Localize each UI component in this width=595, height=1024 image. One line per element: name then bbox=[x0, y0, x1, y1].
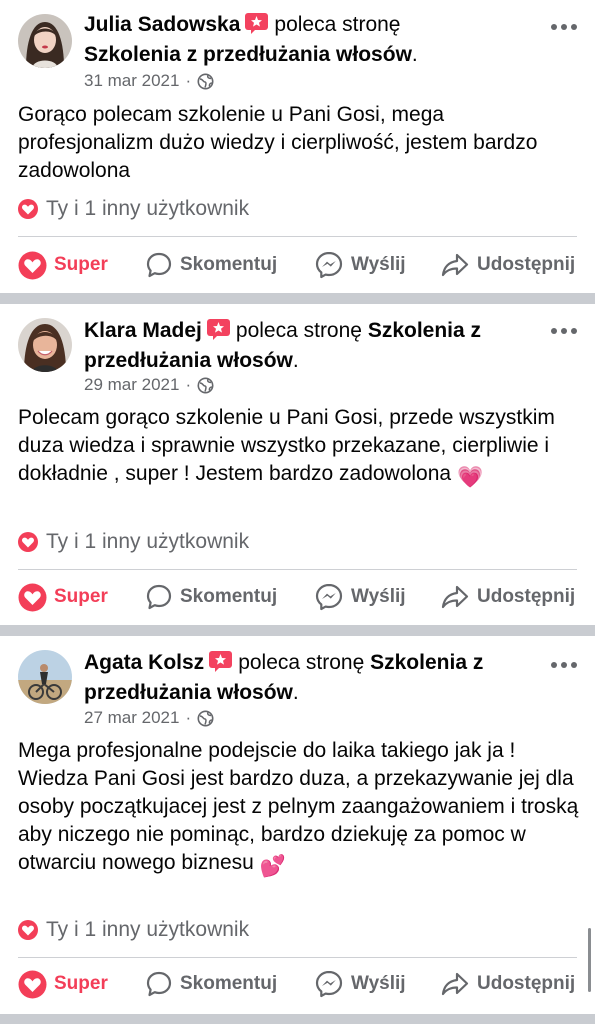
page-link[interactable]: Szkolenia z przedłużania włosów bbox=[84, 43, 412, 66]
comment-button[interactable]: Skomentuj bbox=[145, 964, 277, 1004]
recommends-text: poleca stronę bbox=[238, 651, 365, 674]
globe-icon bbox=[197, 710, 214, 727]
send-button[interactable]: Wyślij bbox=[314, 245, 406, 285]
reactions-summary[interactable]: Ty i 1 inny użytkownik bbox=[18, 918, 249, 942]
heart-reaction-icon bbox=[18, 532, 38, 552]
messenger-icon bbox=[315, 251, 343, 279]
more-options-icon[interactable] bbox=[551, 662, 577, 670]
post-meta: 31 mar 2021 · bbox=[84, 70, 214, 92]
post-emoji: 💕 bbox=[259, 855, 286, 878]
post-date[interactable]: 27 mar 2021 bbox=[84, 707, 179, 729]
post-text-content: Gorąco polecam szkolenie u Pani Gosi, me… bbox=[18, 103, 538, 182]
post-meta: 29 mar 2021 · bbox=[84, 374, 214, 396]
globe-icon bbox=[197, 377, 214, 394]
share-arrow-icon bbox=[441, 972, 469, 996]
recommend-badge-icon bbox=[206, 319, 230, 340]
divider bbox=[18, 957, 577, 958]
share-arrow-icon bbox=[441, 253, 469, 277]
share-button[interactable]: Udostępnij bbox=[440, 577, 575, 617]
scrollbar[interactable] bbox=[588, 928, 591, 992]
messenger-icon bbox=[315, 970, 343, 998]
heart-reaction-icon bbox=[18, 199, 38, 219]
send-button[interactable]: Wyślij bbox=[314, 577, 406, 617]
super-button[interactable]: Super bbox=[18, 964, 108, 1004]
more-options-icon[interactable] bbox=[551, 328, 577, 336]
reactions-text: Ty i 1 inny użytkownik bbox=[46, 918, 250, 941]
super-button[interactable]: Super bbox=[18, 577, 108, 617]
globe-icon bbox=[197, 73, 214, 90]
more-options-icon[interactable] bbox=[551, 24, 577, 32]
send-button[interactable]: Wyślij bbox=[314, 964, 406, 1004]
action-bar: Super Skomentuj Wyślij Udostępnij bbox=[0, 577, 595, 617]
heart-icon bbox=[18, 970, 47, 998]
action-bar: Super Skomentuj Wyślij Udostępnij bbox=[0, 245, 595, 285]
post-card: Julia Sadowska poleca stronę Szkolenia z … bbox=[0, 0, 595, 293]
post-date[interactable]: 31 mar 2021 bbox=[84, 70, 179, 92]
recommend-badge-icon bbox=[209, 651, 233, 672]
comment-bubble-icon bbox=[146, 252, 172, 278]
post-text: Polecam gorąco szkolenie u Pani Gosi, pr… bbox=[18, 404, 581, 492]
recommend-badge-icon bbox=[245, 13, 269, 34]
comment-button[interactable]: Skomentuj bbox=[145, 577, 277, 617]
post-text: Mega profesjonalne podejscie do laika ta… bbox=[18, 737, 581, 881]
post-card: Agata Kolsz poleca stronę Szkolenia z prz… bbox=[0, 636, 595, 1014]
avatar[interactable] bbox=[18, 650, 72, 704]
author-name[interactable]: Klara Madej bbox=[84, 319, 202, 342]
author-name[interactable]: Agata Kolsz bbox=[84, 651, 204, 674]
heart-icon bbox=[18, 583, 47, 611]
reactions-summary[interactable]: Ty i 1 inny użytkownik bbox=[18, 197, 249, 221]
reactions-summary[interactable]: Ty i 1 inny użytkownik bbox=[18, 530, 249, 554]
avatar[interactable] bbox=[18, 318, 72, 372]
share-arrow-icon bbox=[441, 585, 469, 609]
post-text: Gorąco polecam szkolenie u Pani Gosi, me… bbox=[18, 101, 581, 185]
share-button[interactable]: Udostępnij bbox=[440, 964, 575, 1004]
comment-bubble-icon bbox=[146, 584, 172, 610]
divider bbox=[18, 236, 577, 237]
post-header: Julia Sadowska poleca stronę Szkolenia z … bbox=[84, 13, 418, 66]
post-separator bbox=[0, 293, 595, 304]
post-header: Klara Madej poleca stronę Szkolenia z prz… bbox=[84, 319, 482, 372]
divider bbox=[18, 569, 577, 570]
avatar[interactable] bbox=[18, 14, 72, 68]
post-date[interactable]: 29 mar 2021 bbox=[84, 374, 179, 396]
reactions-text: Ty i 1 inny użytkownik bbox=[46, 530, 250, 553]
post-separator bbox=[0, 625, 595, 636]
comment-button[interactable]: Skomentuj bbox=[145, 245, 277, 285]
post-text-content: Mega profesjonalne podejscie do laika ta… bbox=[18, 739, 579, 874]
recommends-text: poleca stronę bbox=[274, 13, 401, 36]
comment-bubble-icon bbox=[146, 971, 172, 997]
heart-reaction-icon bbox=[18, 920, 38, 940]
recommends-text: poleca stronę bbox=[235, 319, 362, 342]
super-button[interactable]: Super bbox=[18, 245, 108, 285]
post-meta: 27 mar 2021 · bbox=[84, 707, 214, 729]
share-button[interactable]: Udostępnij bbox=[440, 245, 575, 285]
author-name[interactable]: Julia Sadowska bbox=[84, 13, 240, 36]
post-emoji: 💗 bbox=[456, 466, 484, 489]
heart-icon bbox=[18, 251, 47, 279]
action-bar: Super Skomentuj Wyślij Udostępnij bbox=[0, 964, 595, 1004]
post-card: Klara Madej poleca stronę Szkolenia z prz… bbox=[0, 304, 595, 625]
messenger-icon bbox=[315, 583, 343, 611]
post-header: Agata Kolsz poleca stronę Szkolenia z prz… bbox=[84, 651, 484, 704]
reactions-text: Ty i 1 inny użytkownik bbox=[46, 197, 250, 220]
post-separator bbox=[0, 1014, 595, 1024]
